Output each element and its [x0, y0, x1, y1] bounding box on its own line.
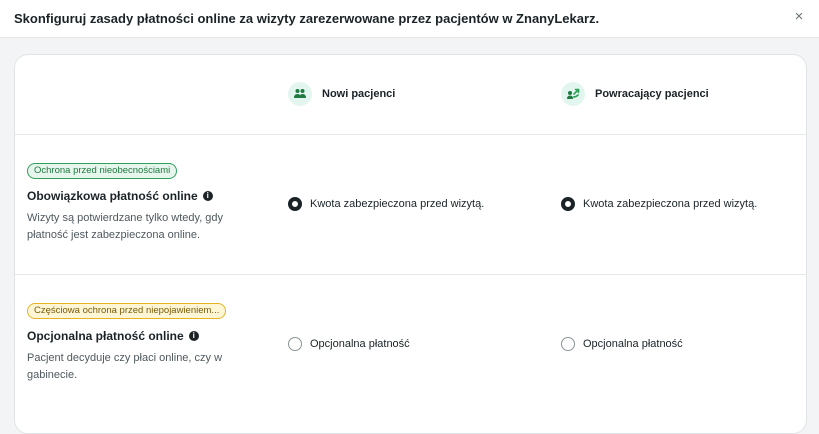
option-title: Opcjonalna płatność online i: [27, 329, 199, 343]
row-optional-payment: Częściowa ochrona przed niepojawieniem..…: [15, 275, 806, 433]
radio-label: Kwota zabezpieczona przed wizytą.: [310, 198, 485, 210]
close-icon[interactable]: ×: [791, 9, 807, 25]
option-title: Obowiązkowa płatność online i: [27, 189, 213, 203]
radio-unchecked-icon[interactable]: [288, 337, 302, 351]
dialog-header: Skonfiguruj zasady płatności online za w…: [0, 0, 819, 38]
column-label-new-patients: Nowi pacjenci: [322, 88, 396, 100]
column-label-returning-patients: Powracający pacjenci: [595, 88, 709, 100]
option-description: Pacjent decyduje czy płaci online, czy w…: [27, 352, 223, 381]
dialog-title: Skonfiguruj zasady płatności online za w…: [14, 11, 600, 26]
radio-returning-patients-mandatory[interactable]: Kwota zabezpieczona przed wizytą.: [561, 197, 757, 211]
people-icon: [288, 82, 312, 106]
radio-checked-icon[interactable]: [561, 197, 575, 211]
radio-label: Opcjonalna płatność: [310, 338, 410, 350]
option-title-text: Opcjonalna płatność online: [27, 329, 184, 343]
status-badge: Częściowa ochrona przed niepojawieniem..…: [27, 303, 227, 319]
radio-unchecked-icon[interactable]: [561, 337, 575, 351]
payment-rules-card: Nowi pacjenci Powracający pacjenci Ochro…: [14, 54, 807, 434]
returning-patient-icon: [561, 82, 585, 106]
option-title-text: Obowiązkowa płatność online: [27, 189, 198, 203]
radio-new-patients-optional[interactable]: Opcjonalna płatność: [288, 337, 410, 351]
radio-label: Kwota zabezpieczona przed wizytą.: [583, 198, 758, 210]
radio-new-patients-mandatory[interactable]: Kwota zabezpieczona przed wizytą.: [288, 197, 484, 211]
column-header-returning-patients: Powracający pacjenci: [561, 82, 709, 106]
info-icon[interactable]: i: [202, 191, 213, 201]
column-header-new-patients: Nowi pacjenci: [288, 82, 395, 106]
option-description: Wizyty są potwierdzane tylko wtedy, gdy …: [27, 212, 224, 241]
info-icon[interactable]: i: [188, 331, 199, 341]
radio-checked-icon[interactable]: [288, 197, 302, 211]
radio-label: Opcjonalna płatność: [583, 338, 683, 350]
status-badge: Ochrona przed nieobecnościami: [27, 163, 178, 179]
row-mandatory-payment: Ochrona przed nieobecnościami Obowiązkow…: [15, 135, 806, 274]
radio-returning-patients-optional[interactable]: Opcjonalna płatność: [561, 337, 683, 351]
